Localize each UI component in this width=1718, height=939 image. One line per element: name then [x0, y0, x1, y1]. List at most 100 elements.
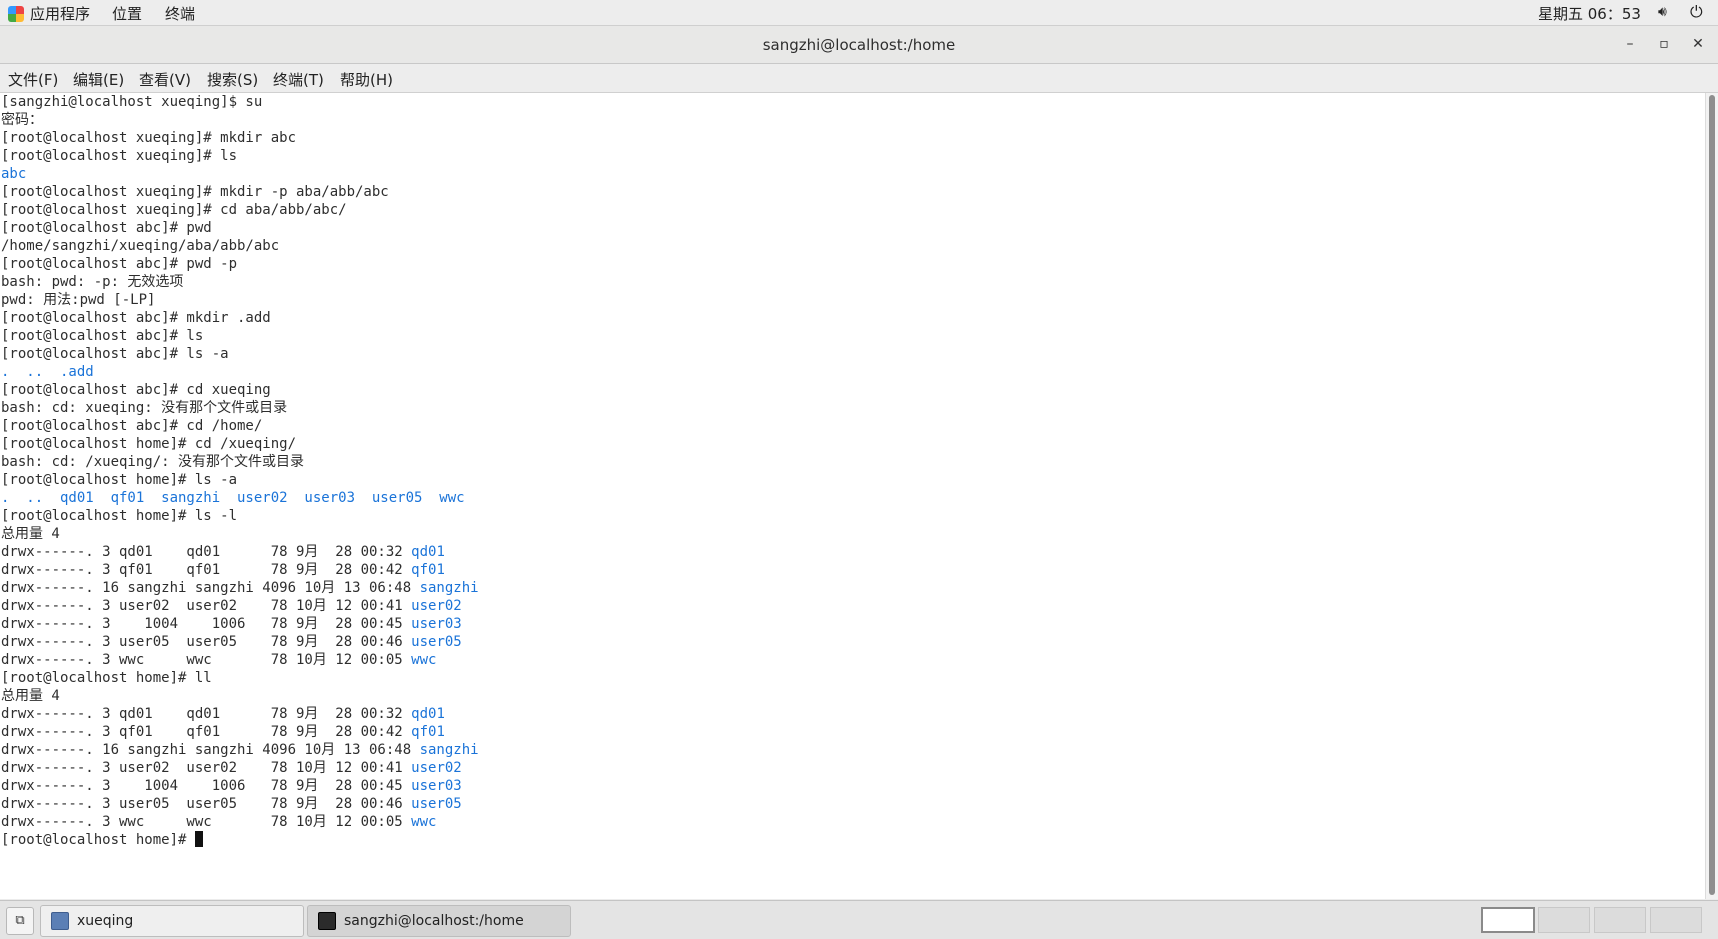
terminal-highlight: user02 — [411, 598, 462, 614]
terminal-line: [root@localhost home]# ll — [1, 669, 1705, 687]
terminal-segment: drwx------. 3 1004 1006 78 9月 28 00:45 — [1, 778, 412, 794]
terminal-segment: [root@localhost abc]# ls -a — [1, 346, 229, 362]
terminal-segment: drwx------. 3 user05 user05 78 9月 28 00:… — [1, 796, 412, 812]
terminal-segment: [root@localhost abc]# cd xueqing — [1, 382, 271, 398]
terminal-app-menu[interactable]: 终端 — [165, 3, 195, 24]
close-icon[interactable]: ✕ — [1688, 36, 1708, 52]
terminal-text: [sangzhi@localhost xueqing]$ su 密码： [root@… — [0, 93, 1705, 849]
menu-terminal[interactable]: 终端(T) — [273, 69, 324, 90]
terminal-highlight: user02 — [411, 760, 462, 776]
terminal-highlight: sangzhi — [419, 580, 479, 596]
terminal-segment: drwx------. 3 1004 1006 78 9月 28 00:45 — [1, 616, 412, 632]
workspace-2[interactable] — [1538, 907, 1590, 933]
task-terminal[interactable]: sangzhi@localhost:/home — [307, 905, 571, 937]
terminal-line: drwx------. 3 user05 user05 78 9月 28 00:… — [1, 795, 1705, 813]
power-icon[interactable]: ⏻ — [1690, 2, 1703, 22]
terminal-line: drwx------. 3 qf01 qf01 78 9月 28 00:42 q… — [1, 723, 1705, 741]
show-desktop-icon[interactable]: ⧉ — [6, 907, 34, 935]
terminal-segment: 密码： — [1, 112, 43, 128]
terminal-segment: drwx------. 3 qf01 qf01 78 9月 28 00:42 — [1, 562, 412, 578]
terminal-highlight: user05 — [411, 796, 462, 812]
terminal-segment: [root@localhost abc]# cd /home/ — [1, 418, 263, 434]
terminal-segment: [root@localhost xueqing]# cd aba/abb/abc… — [1, 202, 347, 218]
window-titlebar[interactable]: sangzhi@localhost:/home – ▫ ✕ — [0, 26, 1718, 64]
terminal-segment: bash: cd: /xueqing/: 没有那个文件或目录 — [1, 454, 305, 470]
terminal-line: [root@localhost abc]# ls — [1, 327, 1705, 345]
terminal-line: drwx------. 3 user02 user02 78 10月 12 00… — [1, 759, 1705, 777]
workspace-4[interactable] — [1650, 907, 1702, 933]
terminal-segment: [root@localhost home]# — [1, 832, 195, 848]
terminal-segment: [root@localhost abc]# mkdir .add — [1, 310, 271, 326]
applications-icon — [8, 5, 24, 22]
terminal-segment: [root@localhost xueqing]# mkdir -p aba/a… — [1, 184, 389, 200]
terminal-line: [root@localhost home]# cd /xueqing/ — [1, 435, 1705, 453]
window-title: sangzhi@localhost:/home — [762, 36, 956, 54]
task-label: sangzhi@localhost:/home — [344, 913, 524, 929]
terminal-line: drwx------. 3 qd01 qd01 78 9月 28 00:32 q… — [1, 705, 1705, 723]
workspace-1[interactable] — [1481, 907, 1535, 933]
applications-menu[interactable]: 应用程序 — [8, 3, 90, 24]
terminal-line: drwx------. 3 1004 1006 78 9月 28 00:45 u… — [1, 777, 1705, 795]
terminal-segment: [root@localhost xueqing]# mkdir abc — [1, 130, 297, 146]
terminal-line: [root@localhost xueqing]# cd aba/abb/abc… — [1, 201, 1705, 219]
terminal-segment: drwx------. 3 qd01 qd01 78 9月 28 00:32 — [1, 706, 412, 722]
terminal-line: drwx------. 3 user02 user02 78 10月 12 00… — [1, 597, 1705, 615]
terminal-segment: /home/sangzhi/xueqing/aba/abb/abc — [1, 238, 280, 254]
menu-search[interactable]: 搜索(S) — [207, 69, 258, 90]
minimize-icon[interactable]: – — [1620, 36, 1640, 52]
terminal-segment: [sangzhi@localhost xueqing]$ su — [1, 94, 263, 110]
terminal-line: [root@localhost abc]# ls -a — [1, 345, 1705, 363]
menubar: 文件(F) 编辑(E) 查看(V) 搜索(S) 终端(T) 帮助(H) — [0, 64, 1718, 93]
taskbar: ⧉ xueqing sangzhi@localhost:/home — [0, 900, 1718, 939]
terminal-segment: bash: pwd: -p: 无效选项 — [1, 274, 184, 290]
task-label: xueqing — [77, 913, 134, 929]
terminal-line: [root@localhost abc]# pwd — [1, 219, 1705, 237]
scrollbar-thumb[interactable] — [1709, 95, 1715, 895]
top-panel: 应用程序 位置 终端 星期五 06：53 🔊︎ ⏻ — [0, 0, 1718, 26]
terminal-line: drwx------. 3 wwc wwc 78 10月 12 00:05 ww… — [1, 651, 1705, 669]
menu-view[interactable]: 查看(V) — [139, 69, 191, 90]
terminal-segment: pwd: 用法:pwd [-LP] — [1, 292, 156, 308]
terminal-segment: [root@localhost home]# ll — [1, 670, 212, 686]
terminal-line: 密码： — [1, 111, 1705, 129]
menu-help[interactable]: 帮助(H) — [340, 69, 393, 90]
terminal-scrollbar[interactable] — [1705, 93, 1718, 899]
terminal-line: [root@localhost abc]# pwd -p — [1, 255, 1705, 273]
terminal-line: [root@localhost abc]# cd xueqing — [1, 381, 1705, 399]
menu-edit[interactable]: 编辑(E) — [73, 69, 124, 90]
terminal-line: [root@localhost home]# ls -a — [1, 471, 1705, 489]
terminal-segment: drwx------. 16 sangzhi sangzhi 4096 10月 … — [1, 742, 420, 758]
menu-file[interactable]: 文件(F) — [8, 69, 58, 90]
terminal-highlight: . .. qd01 qf01 sangzhi user02 user03 use… — [1, 490, 465, 506]
task-xueqing[interactable]: xueqing — [40, 905, 304, 937]
terminal-line: [root@localhost abc]# mkdir .add — [1, 309, 1705, 327]
workspace-3[interactable] — [1594, 907, 1646, 933]
terminal-highlight: sangzhi — [419, 742, 479, 758]
terminal-segment: [root@localhost abc]# ls — [1, 328, 204, 344]
terminal-segment: [root@localhost home]# ls -a — [1, 472, 238, 488]
terminal-output[interactable]: [sangzhi@localhost xueqing]$ su 密码： [root@… — [0, 93, 1705, 899]
places-menu[interactable]: 位置 — [112, 3, 142, 24]
terminal-line: [root@localhost xueqing]# mkdir abc — [1, 129, 1705, 147]
clock[interactable]: 星期五 06：53 — [1538, 3, 1641, 24]
terminal-line: [root@localhost home]# ls -l — [1, 507, 1705, 525]
terminal-segment: drwx------. 3 qf01 qf01 78 9月 28 00:42 — [1, 724, 412, 740]
terminal-line: 总用量 4 — [1, 687, 1705, 705]
applications-label: 应用程序 — [30, 5, 91, 23]
terminal-segment: 总用量 4 — [1, 526, 60, 542]
terminal-line: bash: cd: /xueqing/: 没有那个文件或目录 — [1, 453, 1705, 471]
terminal-segment: [root@localhost home]# ls -l — [1, 508, 238, 524]
terminal-segment: 总用量 4 — [1, 688, 60, 704]
volume-icon[interactable]: 🔊︎ — [1658, 4, 1667, 20]
maximize-icon[interactable]: ▫ — [1654, 36, 1674, 52]
terminal-highlight: qd01 — [411, 706, 445, 722]
terminal-line: [root@localhost home]# — [1, 831, 1705, 849]
terminal-line: bash: cd: xueqing: 没有那个文件或目录 — [1, 399, 1705, 417]
terminal-line: . .. .add — [1, 363, 1705, 381]
terminal-highlight: wwc — [411, 652, 437, 668]
terminal-segment: [root@localhost abc]# pwd — [1, 220, 212, 236]
terminal-line: [root@localhost xueqing]# ls — [1, 147, 1705, 165]
terminal-line: . .. qd01 qf01 sangzhi user02 user03 use… — [1, 489, 1705, 507]
terminal-highlight: . .. .add — [1, 364, 94, 380]
terminal-segment: [root@localhost abc]# pwd -p — [1, 256, 238, 272]
